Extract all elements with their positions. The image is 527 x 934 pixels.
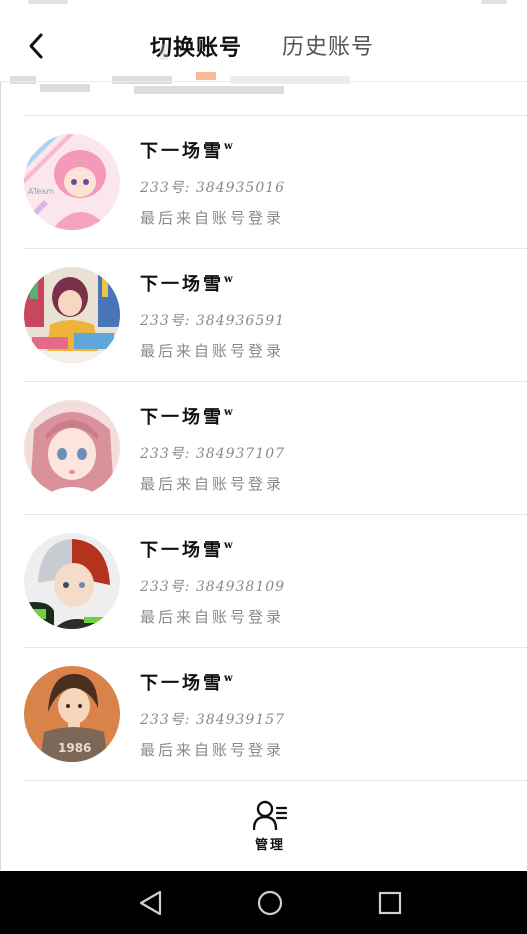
row-divider (24, 248, 527, 249)
back-triangle-icon (139, 890, 162, 916)
avatar-girl-with-books (24, 267, 120, 363)
account-name: 下一场雪w (140, 540, 233, 561)
login-source: 最后来自账号登录 (140, 209, 285, 227)
chevron-left-icon (29, 33, 43, 59)
row-divider (24, 514, 527, 515)
row-divider (24, 381, 527, 382)
login-source: 最后来自账号登录 (140, 475, 285, 493)
account-list: ATeam 下一场雪w 233号: 384935016 最后来自账号登录 下一场… (0, 115, 527, 780)
login-source: 最后来自账号登录 (140, 608, 285, 626)
recents-square-icon (378, 891, 402, 915)
account-switch-screen: 切换账号 历史账号 ATeam 下一场雪w 233号: 384935016 最后… (0, 0, 527, 934)
status-bar-remnant-right (481, 0, 507, 4)
account-row[interactable]: 下一场雪w 233号: 384936591 最后来自账号登录 (0, 248, 527, 381)
login-source: 最后来自账号登录 (140, 342, 285, 360)
avatar-girl-orange-bg: 1986 (24, 666, 120, 762)
manage-label: 管理 (254, 838, 285, 853)
row-divider (24, 115, 527, 116)
account-name: 下一场雪w (140, 141, 233, 162)
account-row[interactable]: 1986 下一场雪w 233号: 384939157 最后来自账号登录 (0, 647, 527, 780)
header-divider (0, 81, 527, 82)
system-nav-bar (0, 871, 527, 934)
tab-history-account[interactable]: 历史账号 (282, 30, 374, 66)
account-id: 233号: 384936591 (140, 313, 286, 329)
account-row[interactable]: ATeam 下一场雪w 233号: 384935016 最后来自账号登录 (0, 115, 527, 248)
login-source: 最后来自账号登录 (140, 741, 285, 759)
account-id: 233号: 384935016 (140, 180, 286, 196)
user-list-icon (253, 800, 287, 830)
list-bottom-divider (24, 780, 527, 781)
home-circle-icon (257, 890, 283, 916)
account-name: 下一场雪w (140, 407, 233, 428)
account-name: 下一场雪w (140, 673, 233, 694)
avatar-pink-hair-girl: ATeam (24, 134, 120, 230)
account-row[interactable]: 下一场雪w 233号: 384937107 最后来自账号登录 (0, 381, 527, 514)
back-button[interactable] (18, 28, 54, 64)
manage-button[interactable]: 管理 (244, 800, 296, 862)
avatar-anime-boy-two-tone (24, 533, 120, 629)
top-bar: 切换账号 历史账号 (0, 0, 527, 94)
account-id: 233号: 384937107 (140, 446, 286, 462)
account-name: 下一场雪w (140, 274, 233, 295)
account-tabs: 切换账号 历史账号 (150, 30, 374, 66)
account-id: 233号: 384938109 (140, 579, 286, 595)
svg-text:1986: 1986 (58, 741, 91, 755)
nav-home-button[interactable] (254, 887, 286, 919)
account-id: 233号: 384939157 (140, 712, 286, 728)
svg-text:ATeam: ATeam (28, 187, 54, 196)
nav-recents-button[interactable] (374, 887, 406, 919)
status-bar-remnant (28, 0, 68, 4)
nav-back-button[interactable] (134, 887, 166, 919)
account-row[interactable]: 下一场雪w 233号: 384938109 最后来自账号登录 (0, 514, 527, 647)
avatar-anime-girl-pink (24, 400, 120, 496)
row-divider (24, 647, 527, 648)
